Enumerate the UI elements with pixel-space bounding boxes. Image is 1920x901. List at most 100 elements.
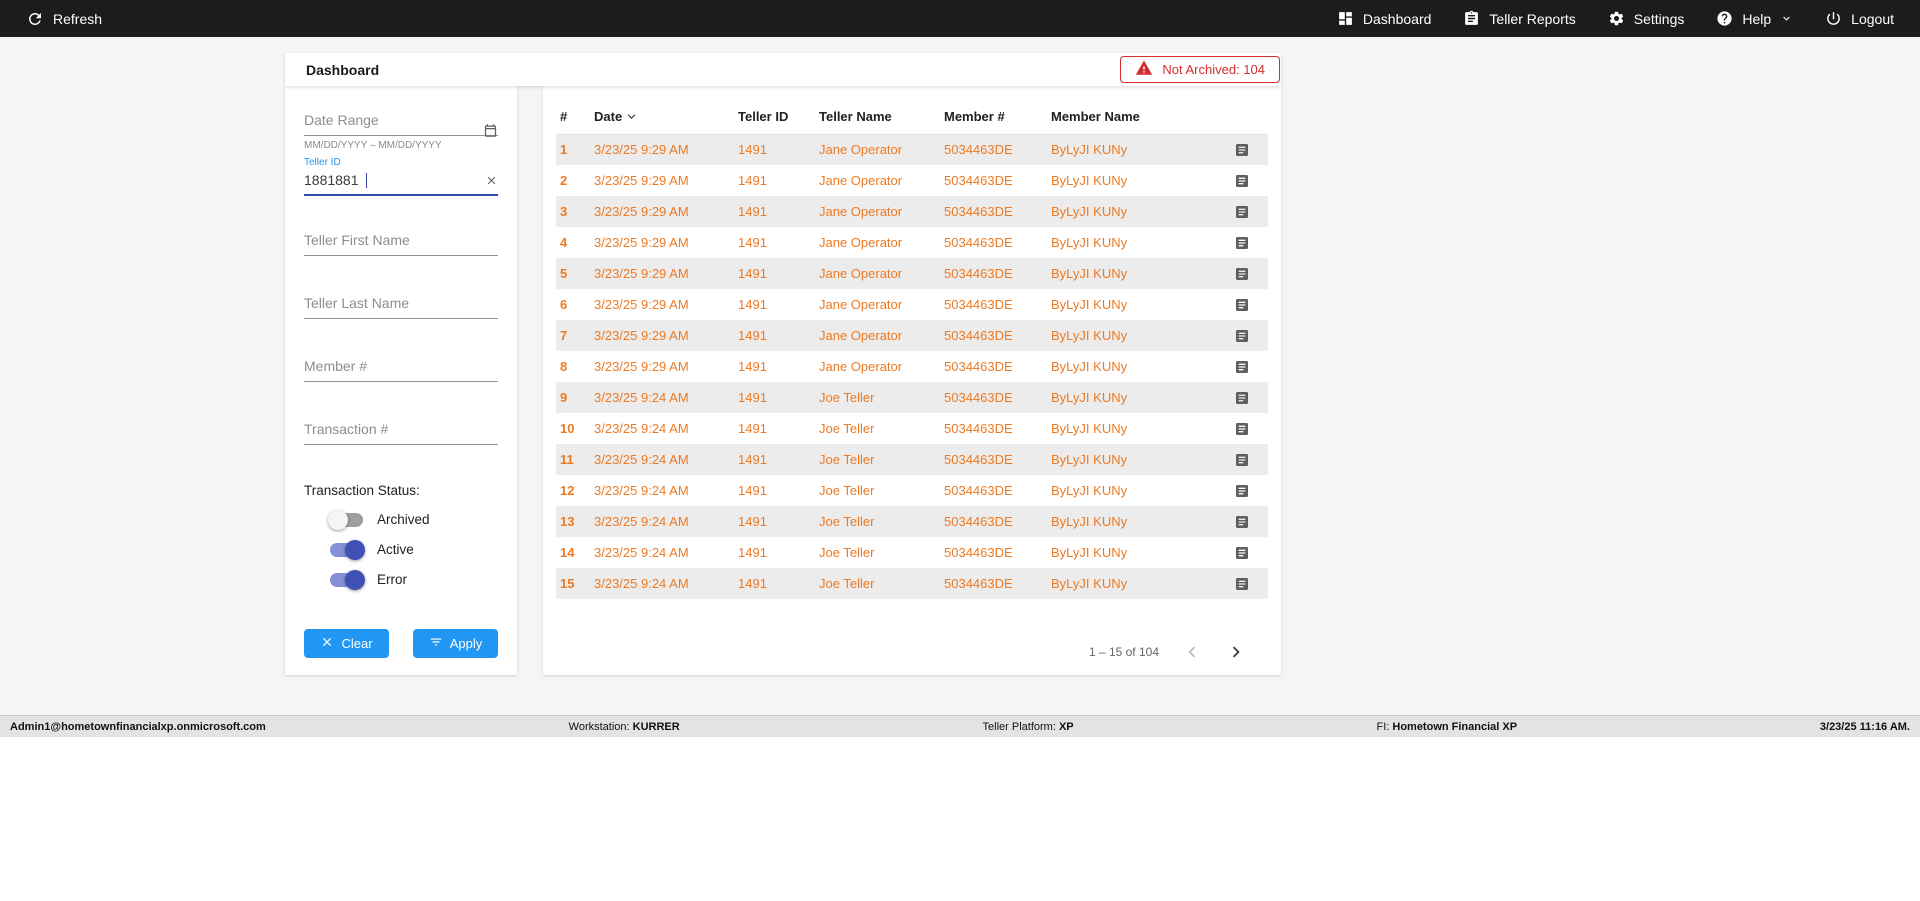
column-teller-name[interactable]: Teller Name	[815, 100, 940, 135]
row-member-name: ByLyJI KUNy	[1051, 390, 1128, 405]
row-note-cell	[1216, 382, 1268, 413]
column-teller-id[interactable]: Teller ID	[734, 100, 815, 135]
note-icon[interactable]	[1234, 328, 1250, 344]
row-number: 6	[560, 297, 568, 312]
row-member-number: 5034463DE	[944, 328, 1013, 343]
table-row[interactable]: 9 3/23/25 9:24 AM 1491 Joe Teller 503446…	[556, 382, 1268, 413]
teller-last-name-input[interactable]	[304, 289, 498, 319]
toggle-row-archived: Archived	[304, 509, 498, 530]
row-number: 2	[560, 173, 568, 188]
note-icon[interactable]	[1234, 421, 1250, 437]
teller-id-field[interactable]	[304, 168, 498, 196]
row-date: 3/23/25 9:24 AM	[594, 390, 689, 405]
note-icon[interactable]	[1234, 576, 1250, 592]
next-page-button[interactable]	[1225, 641, 1247, 663]
table-row[interactable]: 7 3/23/25 9:29 AM 1491 Jane Operator 503…	[556, 320, 1268, 351]
active-toggle-label: Active	[377, 542, 414, 557]
teller-platform-value: XP	[1058, 720, 1074, 733]
row-member-name: ByLyJI KUNy	[1051, 576, 1128, 591]
apply-button[interactable]: Apply	[413, 629, 498, 658]
refresh-button[interactable]: Refresh	[26, 10, 102, 28]
row-teller-id: 1491	[738, 514, 767, 529]
row-number: 5	[560, 266, 568, 281]
note-icon[interactable]	[1234, 297, 1250, 313]
row-teller-name: Jane Operator	[819, 204, 903, 219]
clear-teller-id-icon[interactable]	[485, 174, 498, 187]
workstation-value: KURRER	[632, 720, 680, 733]
row-teller-id: 1491	[738, 328, 767, 343]
table-row[interactable]: 14 3/23/25 9:24 AM 1491 Joe Teller 50344…	[556, 537, 1268, 568]
row-note-cell	[1216, 227, 1268, 258]
note-icon[interactable]	[1234, 266, 1250, 282]
column-number[interactable]: #	[556, 100, 590, 135]
row-teller-name: Jane Operator	[819, 266, 903, 281]
nav-settings[interactable]: Settings	[1608, 10, 1684, 27]
not-archived-badge[interactable]: Not Archived: 104	[1120, 56, 1280, 83]
chevron-down-icon	[1780, 12, 1793, 25]
row-number: 8	[560, 359, 568, 374]
date-range-hint: MM/DD/YYYY – MM/DD/YYYY	[304, 140, 442, 151]
pagination-range-label: 1 – 15 of 104	[1088, 645, 1159, 659]
column-member-name[interactable]: Member Name	[1047, 100, 1216, 135]
transaction-number-input[interactable]	[304, 415, 498, 445]
teller-first-name-input[interactable]	[304, 226, 498, 256]
clear-button[interactable]: Clear	[304, 629, 389, 658]
calendar-icon[interactable]	[483, 123, 498, 143]
row-member-number: 5034463DE	[944, 421, 1013, 436]
column-date[interactable]: Date	[590, 100, 734, 135]
row-number: 15	[560, 576, 575, 591]
archived-toggle[interactable]	[328, 509, 363, 530]
note-icon[interactable]	[1234, 390, 1250, 406]
table-row[interactable]: 11 3/23/25 9:24 AM 1491 Joe Teller 50344…	[556, 444, 1268, 475]
table-row[interactable]: 6 3/23/25 9:29 AM 1491 Jane Operator 503…	[556, 289, 1268, 320]
note-icon[interactable]	[1234, 452, 1250, 468]
table-row[interactable]: 4 3/23/25 9:29 AM 1491 Jane Operator 503…	[556, 227, 1268, 258]
row-member-number: 5034463DE	[944, 173, 1013, 188]
member-number-input[interactable]	[304, 352, 498, 382]
reports-icon	[1463, 10, 1480, 27]
row-member-number: 5034463DE	[944, 359, 1013, 374]
nav-dashboard[interactable]: Dashboard	[1337, 10, 1431, 27]
note-icon[interactable]	[1234, 545, 1250, 561]
row-teller-name: Joe Teller	[819, 483, 875, 498]
note-icon[interactable]	[1234, 204, 1250, 220]
row-date: 3/23/25 9:24 AM	[594, 421, 689, 436]
row-number: 3	[560, 204, 568, 219]
table-row[interactable]: 15 3/23/25 9:24 AM 1491 Joe Teller 50344…	[556, 568, 1268, 599]
column-member-number[interactable]: Member #	[940, 100, 1047, 135]
toggle-row-active: Active	[304, 539, 498, 560]
row-member-name: ByLyJI KUNy	[1051, 266, 1128, 281]
row-date: 3/23/25 9:29 AM	[594, 297, 689, 312]
active-toggle[interactable]	[330, 539, 365, 560]
nav-help[interactable]: Help	[1716, 10, 1793, 27]
row-note-cell	[1216, 196, 1268, 227]
note-icon[interactable]	[1234, 173, 1250, 189]
table-row[interactable]: 13 3/23/25 9:24 AM 1491 Joe Teller 50344…	[556, 506, 1268, 537]
note-icon[interactable]	[1234, 483, 1250, 499]
note-icon[interactable]	[1234, 514, 1250, 530]
error-toggle[interactable]	[330, 569, 365, 590]
row-note-cell	[1216, 413, 1268, 444]
table-row[interactable]: 1 3/23/25 9:29 AM 1491 Jane Operator 503…	[556, 134, 1268, 165]
table-row[interactable]: 10 3/23/25 9:24 AM 1491 Joe Teller 50344…	[556, 413, 1268, 444]
dashboard-icon	[1337, 10, 1354, 27]
nav-teller-reports[interactable]: Teller Reports	[1463, 10, 1576, 27]
note-icon[interactable]	[1234, 235, 1250, 251]
row-member-name: ByLyJI KUNy	[1051, 545, 1128, 560]
table-row[interactable]: 2 3/23/25 9:29 AM 1491 Jane Operator 503…	[556, 165, 1268, 196]
row-date: 3/23/25 9:29 AM	[594, 235, 689, 250]
note-icon[interactable]	[1234, 142, 1250, 158]
table-row[interactable]: 3 3/23/25 9:29 AM 1491 Jane Operator 503…	[556, 196, 1268, 227]
previous-page-button[interactable]	[1181, 641, 1203, 663]
row-note-cell	[1216, 537, 1268, 568]
workstation-label: Workstation:	[568, 720, 630, 733]
row-date: 3/23/25 9:29 AM	[594, 328, 689, 343]
table-row[interactable]: 5 3/23/25 9:29 AM 1491 Jane Operator 503…	[556, 258, 1268, 289]
row-number: 11	[560, 452, 574, 467]
nav-logout[interactable]: Logout	[1825, 10, 1894, 27]
table-row[interactable]: 12 3/23/25 9:24 AM 1491 Joe Teller 50344…	[556, 475, 1268, 506]
note-icon[interactable]	[1234, 359, 1250, 375]
date-range-input[interactable]	[304, 106, 498, 136]
table-row[interactable]: 8 3/23/25 9:29 AM 1491 Jane Operator 503…	[556, 351, 1268, 382]
teller-id-input[interactable]	[304, 172, 366, 188]
